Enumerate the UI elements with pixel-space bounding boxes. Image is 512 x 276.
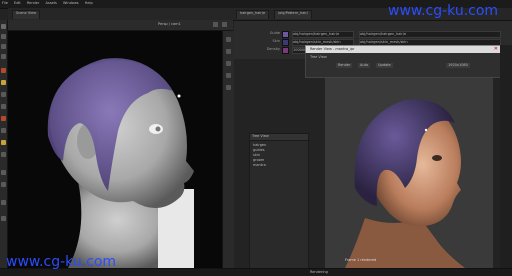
menu-windows[interactable]: Windows [63,1,79,6]
menu-edit[interactable]: Edit [14,1,21,6]
tree-item[interactable]: mantra [253,163,305,168]
auto-button[interactable]: Auto [358,63,371,68]
color-swatch[interactable] [282,47,289,54]
rotate-tool-icon[interactable] [1,44,6,49]
ghost-icon[interactable] [226,73,231,78]
camera-tool-icon[interactable] [1,152,6,157]
update-button[interactable]: Update [376,63,393,68]
param-field[interactable]: obj/hairgen/hairgen_hair/e [359,31,501,38]
menu-help[interactable]: Help [85,1,93,6]
lighting-icon[interactable] [226,61,231,66]
brush-tool-icon[interactable] [1,68,6,73]
param-row: obj/hairgen/hairgen_hair/e [359,31,509,38]
viewport-display-toolbar [222,31,234,268]
dialog-title: Render View - mantra_ipr [310,47,355,51]
shading-tool-icon[interactable] [1,216,6,221]
resolution-field[interactable]: 1920x1080 [446,63,470,68]
light-tool-icon[interactable] [1,140,6,145]
left-toolbar [0,20,8,270]
menu-file[interactable]: File [2,1,8,6]
display-tool-icon[interactable] [1,200,6,205]
color-swatch[interactable] [282,31,289,38]
snap-tool-icon[interactable] [1,170,6,175]
render-view[interactable]: Frame 1 rendered [325,78,493,268]
param-field[interactable]: obj/hairgen/hairgen_hair/e [292,31,354,38]
status-text: Rendering [310,270,328,274]
viewport-options-icon[interactable] [213,22,218,27]
menu-render[interactable]: Render [27,1,39,6]
display-option-icon[interactable] [226,37,231,42]
tree-list: hairgen guides skin groom mantra [250,141,308,170]
render-tree-label: Tree View [310,55,327,59]
viewport-3d[interactable] [8,31,222,268]
render-window-toolbar: Tree View Render Auto Update 1920x1080 [305,53,502,78]
tab-network-path[interactable]: /obj/Pattern_hair/ [274,10,312,19]
menu-assets[interactable]: Assets [45,1,56,6]
tab-scene-view[interactable]: Scene View [12,10,41,19]
network-tree-pane: Tree View hairgen guides skin groom mant… [249,133,309,270]
groom-tool-icon[interactable] [1,80,6,85]
move-tool-icon[interactable] [1,34,6,39]
close-icon[interactable]: ✕ [494,47,498,52]
visibility-icon[interactable] [226,85,231,90]
watermark-bottom: www.cg-ku.com [6,254,117,270]
side-panel-strip [500,45,512,270]
select-tool-icon[interactable] [1,24,6,29]
tree-header: Tree View [250,134,308,141]
scale-tool-icon[interactable] [1,54,6,59]
rendered-portrait [345,99,465,268]
viewport-toolbar: Persp / cam1 [8,20,233,31]
grid-tool-icon[interactable] [1,182,6,187]
color-swatch[interactable] [282,39,289,46]
viewport-camera-label[interactable]: Persp / cam1 [158,22,181,27]
viewport-maximize-icon[interactable] [222,22,227,27]
param-label: Skin [272,39,280,43]
head-model-view [47,58,194,268]
handle-tool-icon[interactable] [1,116,6,121]
tab-params[interactable]: hairgen_hair/e [236,10,270,19]
paint-tool-icon[interactable] [1,128,6,133]
render-status-text: Frame 1 rendered [345,258,377,262]
watermark-top: www.cg-ku.com [388,3,499,19]
view-tool-icon[interactable] [1,92,6,97]
param-label: Guide [269,31,280,35]
param-label: Density [266,47,280,51]
wireframe-icon[interactable] [226,49,231,54]
pose-tool-icon[interactable] [1,104,6,109]
render-button[interactable]: Render [336,63,353,68]
